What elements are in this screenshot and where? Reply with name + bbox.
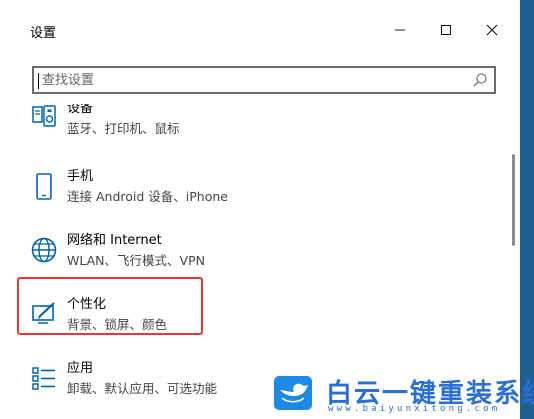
- highlight-box: [17, 277, 203, 335]
- phone-icon: [36, 173, 52, 200]
- apps-icon: [32, 367, 55, 390]
- maximize-button[interactable]: [423, 14, 469, 46]
- category-desc: 卸载、默认应用、可选功能: [67, 381, 218, 396]
- category-name: 网络和 Internet: [67, 233, 162, 248]
- category-name: 设备: [67, 104, 94, 116]
- minimize-button[interactable]: [377, 14, 423, 46]
- category-desc: WLAN、飞行模式、VPN: [67, 253, 205, 268]
- watermark-url: www.baiyunxitong.com: [328, 404, 501, 414]
- window-title: 设置: [30, 26, 57, 41]
- close-button[interactable]: [469, 14, 515, 46]
- category-name: 应用: [67, 361, 94, 376]
- settings-category-list: 设备 蓝牙、打印机、鼠标 手机 连接 Android 设备、iPhone 网络和…: [0, 104, 508, 419]
- category-desc: 连接 Android 设备、iPhone: [67, 189, 228, 204]
- maximize-icon: [441, 25, 451, 35]
- settings-window: 设置 设备 蓝牙、打印机、鼠标: [0, 0, 520, 419]
- minimize-icon: [395, 29, 405, 31]
- text-caret: [38, 73, 39, 89]
- category-desc: 蓝牙、打印机、鼠标: [67, 121, 180, 136]
- device-icon: [32, 105, 56, 127]
- scroll-thumb[interactable]: [512, 154, 515, 246]
- globe-icon: [31, 237, 57, 263]
- search-icon[interactable]: [472, 72, 488, 88]
- close-icon: [486, 24, 498, 36]
- scrollbar[interactable]: [511, 104, 517, 419]
- title-bar[interactable]: 设置: [0, 0, 520, 56]
- category-name: 手机: [67, 169, 94, 184]
- watermark-bird-logo-icon: [274, 376, 312, 410]
- search-box[interactable]: [32, 66, 496, 94]
- search-input[interactable]: [42, 68, 462, 92]
- category-phone[interactable]: 手机 连接 Android 设备、iPhone: [0, 164, 508, 224]
- category-devices[interactable]: 设备 蓝牙、打印机、鼠标: [0, 104, 508, 156]
